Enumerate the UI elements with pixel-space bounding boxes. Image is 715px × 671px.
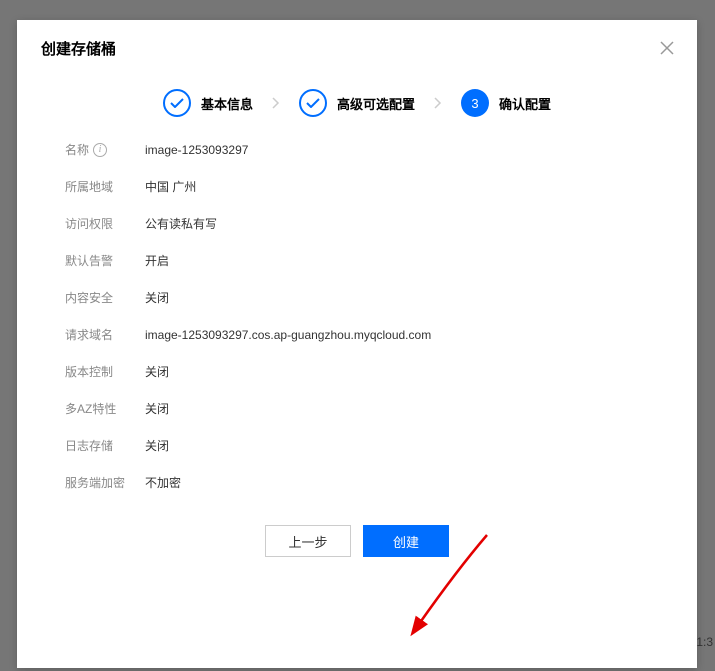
value-log: 关闭 (145, 437, 169, 454)
label-maz: 多AZ特性 (65, 400, 145, 417)
modal-footer: 上一步 创建 (17, 511, 697, 577)
create-bucket-modal: 创建存储桶 基本信息 高级可选配置 3 确认配置 (17, 20, 697, 668)
label-encrypt: 服务端加密 (65, 474, 145, 491)
prev-step-button[interactable]: 上一步 (265, 525, 351, 557)
info-icon[interactable]: i (93, 143, 107, 157)
step-label: 确认配置 (499, 94, 551, 113)
label-domain: 请求域名 (65, 326, 145, 343)
value-acl: 公有读私有写 (145, 215, 217, 232)
value-alarm: 开启 (145, 252, 169, 269)
create-button[interactable]: 创建 (363, 525, 449, 557)
label-security: 内容安全 (65, 289, 145, 306)
step-basic-info: 基本信息 (163, 89, 253, 117)
stepper: 基本信息 高级可选配置 3 确认配置 (17, 59, 697, 141)
row-region: 所属地域 中国 广州 (65, 178, 649, 195)
row-version: 版本控制 关闭 (65, 363, 649, 380)
modal-header: 创建存储桶 (17, 20, 697, 59)
value-security: 关闭 (145, 289, 169, 306)
label-log: 日志存储 (65, 437, 145, 454)
close-icon (660, 41, 674, 55)
label-region: 所属地域 (65, 178, 145, 195)
label-alarm: 默认告警 (65, 252, 145, 269)
close-button[interactable] (655, 36, 679, 60)
row-encrypt: 服务端加密 不加密 (65, 474, 649, 491)
value-version: 关闭 (145, 363, 169, 380)
chevron-right-icon (263, 93, 289, 113)
row-name: 名称 i image-1253093297 (65, 141, 649, 158)
step-confirm-config: 3 确认配置 (461, 89, 551, 117)
step-number: 3 (461, 89, 489, 117)
chevron-right-icon (425, 93, 451, 113)
value-name: image-1253093297 (145, 143, 248, 157)
check-icon (299, 89, 327, 117)
modal-title: 创建存储桶 (41, 38, 673, 59)
label-text: 名称 (65, 141, 89, 158)
value-encrypt: 不加密 (145, 474, 181, 491)
value-domain: image-1253093297.cos.ap-guangzhou.myqclo… (145, 328, 431, 342)
label-name: 名称 i (65, 141, 145, 158)
label-acl: 访问权限 (65, 215, 145, 232)
step-label: 高级可选配置 (337, 94, 415, 113)
value-region: 中国 广州 (145, 178, 196, 195)
row-maz: 多AZ特性 关闭 (65, 400, 649, 417)
row-alarm: 默认告警 开启 (65, 252, 649, 269)
row-acl: 访问权限 公有读私有写 (65, 215, 649, 232)
step-advanced-config: 高级可选配置 (299, 89, 415, 117)
row-security: 内容安全 关闭 (65, 289, 649, 306)
label-version: 版本控制 (65, 363, 145, 380)
row-domain: 请求域名 image-1253093297.cos.ap-guangzhou.m… (65, 326, 649, 343)
config-summary: 名称 i image-1253093297 所属地域 中国 广州 访问权限 公有… (17, 141, 697, 491)
check-icon (163, 89, 191, 117)
row-log: 日志存储 关闭 (65, 437, 649, 454)
value-maz: 关闭 (145, 400, 169, 417)
step-label: 基本信息 (201, 94, 253, 113)
